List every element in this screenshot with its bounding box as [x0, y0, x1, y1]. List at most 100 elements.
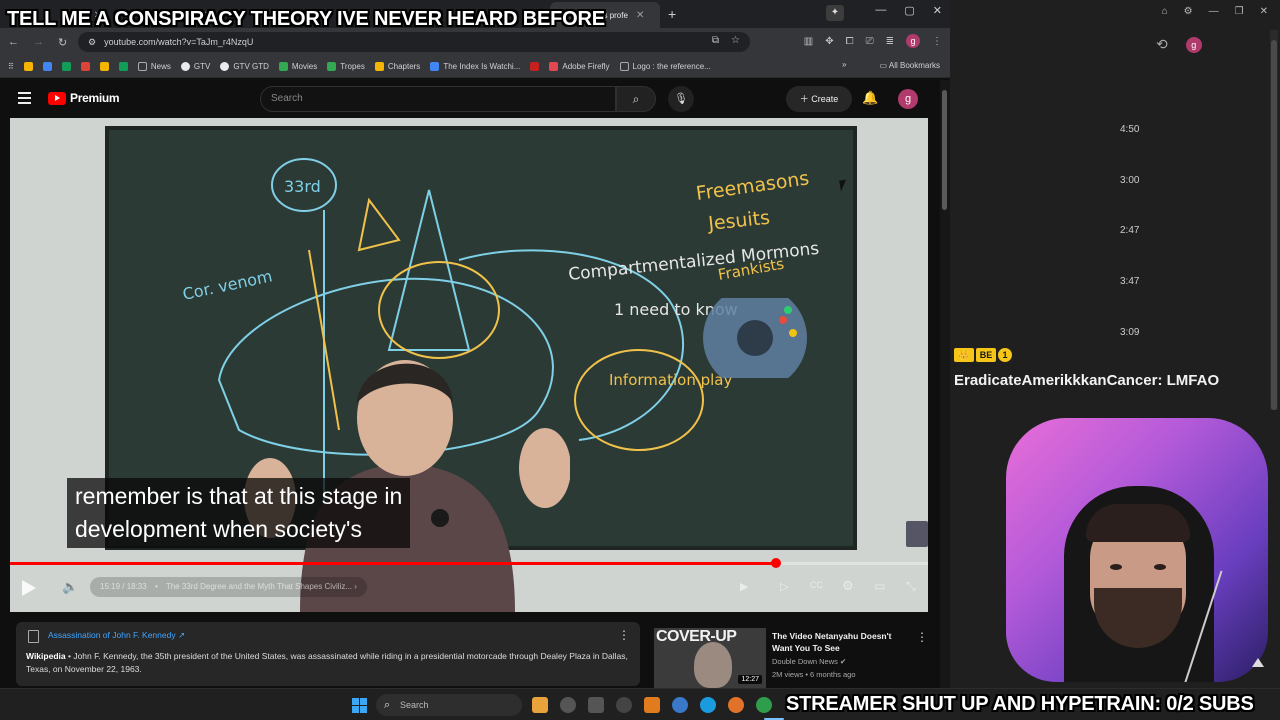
- menu-kebab-icon[interactable]: ⋮: [932, 36, 942, 47]
- chrome-icon[interactable]: [756, 697, 772, 713]
- home-icon[interactable]: ⌂: [1162, 6, 1168, 20]
- theater-mode-icon[interactable]: ▭: [874, 579, 885, 593]
- recommended-title[interactable]: The Video Netanyahu Doesn't Want You To …: [772, 630, 912, 654]
- video-player[interactable]: Cor. venom 33rd Freemasons Jesuits Frank…: [10, 118, 928, 612]
- chat-text: LMFAO: [1166, 372, 1220, 389]
- info-panel-card[interactable]: Assassination of John F. Kennedy ↗ Wikip…: [16, 622, 640, 686]
- bookmark-item[interactable]: [530, 62, 540, 71]
- play-icon[interactable]: [22, 580, 36, 596]
- menu-icon[interactable]: [18, 92, 31, 104]
- miniplayer-icon[interactable]: ▷: [780, 580, 788, 593]
- restore-icon[interactable]: ❐: [1235, 6, 1244, 20]
- file-explorer-icon[interactable]: [532, 697, 548, 713]
- site-info-icon[interactable]: ⚙: [88, 37, 96, 48]
- search-button[interactable]: ⌕: [616, 86, 656, 112]
- forward-icon[interactable]: →: [33, 36, 44, 48]
- more-bookmarks-icon[interactable]: »: [842, 60, 846, 69]
- back-icon[interactable]: ←: [8, 36, 19, 48]
- bookmark-star-icon[interactable]: ☆: [731, 35, 740, 46]
- bookmark-gtv[interactable]: GTV: [180, 62, 210, 71]
- duration-item[interactable]: 3:09: [1120, 327, 1139, 378]
- app-icon[interactable]: [588, 697, 604, 713]
- bookmark-item[interactable]: [99, 62, 109, 71]
- recommended-channel[interactable]: Double Down News ✔: [772, 657, 846, 666]
- extensions-puzzle-icon[interactable]: ⧠: [846, 36, 854, 47]
- reading-list-icon[interactable]: ≣: [886, 36, 894, 47]
- page-scrollbar[interactable]: [940, 80, 950, 688]
- reload-icon[interactable]: ↻: [58, 36, 67, 49]
- search-input[interactable]: Search: [260, 86, 616, 112]
- apps-grid-icon[interactable]: ⠿: [8, 62, 14, 71]
- bookmark-movies[interactable]: Movies: [278, 62, 317, 71]
- bookmark-adobe-firefly[interactable]: Adobe Firefly: [549, 62, 610, 71]
- bookmark-item[interactable]: [61, 62, 71, 71]
- scrollbar-thumb[interactable]: [942, 90, 947, 210]
- app-icon[interactable]: [672, 697, 688, 713]
- minimize-icon[interactable]: —: [875, 4, 886, 17]
- channel-watermark[interactable]: [906, 521, 928, 547]
- duration-item[interactable]: 3:47: [1120, 276, 1139, 327]
- notifications-bell-icon[interactable]: 🔔: [862, 90, 878, 106]
- side-scrollbar[interactable]: [1270, 30, 1278, 410]
- duration-item[interactable]: 2:47: [1120, 225, 1139, 276]
- profile-avatar[interactable]: g: [906, 34, 920, 48]
- recommended-menu-kebab-icon[interactable]: ⋮: [916, 630, 928, 644]
- close-window-icon[interactable]: ✕: [1260, 6, 1268, 20]
- fullscreen-icon[interactable]: ⤡: [906, 579, 916, 594]
- progress-bar[interactable]: [10, 558, 928, 568]
- tab-search-button[interactable]: ✦: [826, 5, 844, 21]
- firefox-icon[interactable]: [728, 697, 744, 713]
- history-icon[interactable]: ⟲: [1156, 36, 1168, 53]
- recommended-thumbnail[interactable]: COVER-UP 12:27: [654, 628, 766, 688]
- cast-icon[interactable]: ⎚: [866, 36, 874, 47]
- progress-scrubber[interactable]: [770, 558, 781, 568]
- all-bookmarks[interactable]: ▭ All Bookmarks: [880, 61, 940, 70]
- app-icon[interactable]: [560, 697, 576, 713]
- volume-icon[interactable]: 🔈: [62, 579, 78, 595]
- vlc-icon[interactable]: [644, 697, 660, 713]
- info-menu-kebab-icon[interactable]: ⋮: [618, 628, 630, 642]
- close-window-icon[interactable]: ✕: [933, 4, 942, 17]
- recommended-video[interactable]: COVER-UP 12:27 The Video Netanyahu Doesn…: [654, 628, 934, 688]
- address-bar[interactable]: ⚙ youtube.com/watch?v=TaJm_r4NzqU ⧉ ☆: [78, 32, 750, 52]
- app-icon[interactable]: [616, 697, 632, 713]
- bookmark-favicon-icon: [530, 62, 540, 71]
- minimize-icon[interactable]: —: [1209, 6, 1219, 20]
- duration-item[interactable]: 3:00: [1120, 175, 1139, 226]
- side-scrollbar-thumb[interactable]: [1271, 40, 1277, 410]
- bookmark-news[interactable]: News: [137, 62, 171, 71]
- bookmark-chapters[interactable]: Chapters: [374, 62, 420, 71]
- bookmark-item[interactable]: [80, 62, 90, 71]
- extension-icon[interactable]: ✥: [825, 36, 833, 47]
- bookmark-logo-reference[interactable]: Logo : the reference...: [619, 62, 711, 71]
- voice-search-button[interactable]: 🎙: [668, 86, 694, 112]
- edge-icon[interactable]: [700, 697, 716, 713]
- palette-color-red: [779, 316, 787, 324]
- maximize-icon[interactable]: ▢: [904, 4, 914, 17]
- install-app-icon[interactable]: ⧉: [712, 35, 719, 46]
- close-tab-icon[interactable]: ✕: [636, 10, 644, 21]
- side-avatar[interactable]: g: [1185, 36, 1202, 53]
- time-chapter-pill[interactable]: 15:19 / 18:33 • The 33rd Degree and the …: [90, 577, 367, 597]
- bookmark-item[interactable]: [23, 62, 33, 71]
- bookmark-index[interactable]: The Index Is Watchi...: [430, 62, 520, 71]
- autoplay-toggle-icon[interactable]: ▶: [740, 580, 748, 593]
- settings-gear-icon[interactable]: ⚙: [1184, 6, 1193, 20]
- captions-icon[interactable]: CC: [810, 580, 823, 590]
- windows-start-icon[interactable]: [352, 698, 367, 713]
- info-panel-title[interactable]: Assassination of John F. Kennedy ↗: [48, 630, 630, 641]
- bookmark-favicon-icon: [42, 62, 52, 71]
- bookmark-gtv-gtd[interactable]: GTV GTD: [220, 62, 269, 71]
- bookmark-tropes[interactable]: Tropes: [327, 62, 365, 71]
- settings-gear-icon[interactable]: ⚙: [842, 578, 854, 594]
- collapse-arrow-icon[interactable]: [1252, 658, 1264, 667]
- new-tab-button[interactable]: +: [660, 6, 684, 22]
- account-avatar[interactable]: g: [898, 89, 918, 109]
- taskbar-search[interactable]: Search: [376, 694, 522, 716]
- bookmark-item[interactable]: [42, 62, 52, 71]
- youtube-logo[interactable]: Premium: [48, 91, 120, 105]
- duration-item[interactable]: 4:50: [1120, 124, 1139, 175]
- extension-icon[interactable]: ▥: [804, 36, 813, 47]
- bookmark-item[interactable]: [118, 62, 128, 71]
- create-button[interactable]: ＋ Create: [786, 86, 852, 112]
